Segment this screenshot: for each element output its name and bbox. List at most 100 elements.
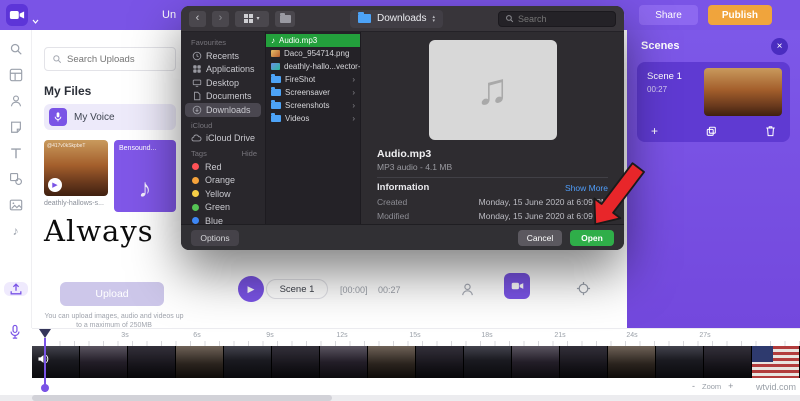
scene-card[interactable]: Scene 1 00:27 + xyxy=(637,62,790,142)
scene-thumbnail[interactable] xyxy=(704,68,782,116)
tags-heading: Tags Hide xyxy=(181,145,265,160)
delete-scene-icon[interactable] xyxy=(765,125,776,137)
sidebar-item-recents[interactable]: Recents xyxy=(181,49,265,63)
duplicate-scene-icon[interactable] xyxy=(706,126,717,137)
my-voice-item[interactable]: My Voice xyxy=(44,104,176,130)
search-icon[interactable] xyxy=(8,42,24,56)
zoom-out-button[interactable]: - xyxy=(692,381,695,391)
tag-item-green[interactable]: Green xyxy=(181,201,265,215)
scene-actions: + xyxy=(637,125,790,137)
zoom-control: - Zoom + xyxy=(692,381,733,391)
filmstrip-frame[interactable] xyxy=(176,346,224,378)
timeline-scrollbar[interactable] xyxy=(0,395,800,401)
file-row[interactable]: Daco_954714.png xyxy=(266,47,360,60)
tag-item-blue[interactable]: Blue xyxy=(181,214,265,224)
uploads-tab-active[interactable] xyxy=(4,282,28,296)
back-button[interactable]: ‹ xyxy=(189,11,206,27)
folder-row[interactable]: Videos › xyxy=(266,112,360,125)
location-dropdown[interactable]: Downloads ▴▾ xyxy=(350,10,443,28)
chevron-down-icon[interactable] xyxy=(32,12,39,19)
playhead-marker[interactable] xyxy=(39,329,51,338)
focus-target-icon[interactable] xyxy=(576,281,592,297)
view-mode-button[interactable]: ▾ xyxy=(235,11,269,27)
my-voice-label: My Voice xyxy=(74,112,115,123)
sidebar-item-applications[interactable]: Applications xyxy=(181,63,265,77)
media-icon[interactable] xyxy=(8,198,24,212)
dialog-toolbar: ‹ › ▾ Downloads ▴▾ xyxy=(181,6,624,32)
audio-thumbnail-label: Bensound... xyxy=(119,145,156,152)
presenter-icon[interactable] xyxy=(460,282,476,298)
thumbnail-caption: deathly-hallows-s... xyxy=(44,200,104,207)
video-clip-button[interactable] xyxy=(504,273,530,299)
tag-item-orange[interactable]: Orange xyxy=(181,174,265,188)
uploads-search[interactable] xyxy=(44,47,176,71)
upload-button[interactable]: Upload xyxy=(60,282,164,306)
file-row-selected[interactable]: ♪ Audio.mp3 xyxy=(266,34,360,47)
scene-name: Scene 1 xyxy=(647,71,682,82)
filmstrip-frame[interactable] xyxy=(128,346,176,378)
filmstrip-frame[interactable] xyxy=(560,346,608,378)
publish-button[interactable]: Publish xyxy=(708,5,772,25)
filmstrip-frame[interactable] xyxy=(80,346,128,378)
playhead-dot[interactable] xyxy=(41,384,49,392)
avatar-icon[interactable] xyxy=(8,94,24,108)
grid-view-icon xyxy=(244,14,253,23)
filmstrip-frame[interactable] xyxy=(272,346,320,378)
filmstrip-frame[interactable] xyxy=(752,346,800,378)
sidebar-item-documents[interactable]: Documents xyxy=(181,90,265,104)
video-track[interactable] xyxy=(32,346,800,378)
folder-row[interactable]: FireShot › xyxy=(266,73,360,86)
topbar-actions: Share Publish xyxy=(611,5,772,25)
favourites-heading: Favourites xyxy=(181,34,265,49)
folder-row[interactable]: Screenshots › xyxy=(266,99,360,112)
uploaded-image-thumbnail[interactable]: @417v0kSkpbeT ▶ xyxy=(44,140,108,196)
filmstrip-frame[interactable] xyxy=(320,346,368,378)
play-button[interactable]: ▶ xyxy=(238,276,264,302)
timeline-controls: ▶ Scene 1 [00:00] 00:27 xyxy=(228,252,627,328)
tag-item-red[interactable]: Red xyxy=(181,160,265,174)
templates-icon[interactable] xyxy=(8,68,24,82)
uploaded-logo-image[interactable]: Always xyxy=(44,214,154,248)
filmstrip-frame[interactable] xyxy=(704,346,752,378)
forward-button[interactable]: › xyxy=(212,11,229,27)
filmstrip-frame[interactable] xyxy=(224,346,272,378)
music-icon[interactable]: ♪ xyxy=(8,224,24,238)
filmstrip-frame[interactable] xyxy=(656,346,704,378)
tags-hide-link[interactable]: Hide xyxy=(242,149,257,158)
microphone-icon[interactable] xyxy=(8,324,24,342)
sidebar-item-desktop[interactable]: Desktop xyxy=(181,76,265,90)
filmstrip-frame[interactable] xyxy=(368,346,416,378)
downloads-icon xyxy=(191,104,202,115)
uploaded-audio-thumbnail[interactable]: Bensound... ♪ xyxy=(114,140,176,212)
tag-dot-yellow xyxy=(192,190,199,197)
dialog-search-input[interactable] xyxy=(518,14,608,24)
search-icon xyxy=(505,14,514,23)
sidebar-item-downloads[interactable]: Downloads xyxy=(185,103,261,117)
stickers-icon[interactable] xyxy=(8,120,24,134)
share-button[interactable]: Share xyxy=(639,5,698,25)
add-scene-icon[interactable]: + xyxy=(651,125,658,137)
file-row[interactable]: deathly-hallo...vector-22.jpg xyxy=(266,60,360,73)
filmstrip-frame[interactable] xyxy=(464,346,512,378)
scrollbar-thumb[interactable] xyxy=(32,395,332,401)
cancel-button[interactable]: Cancel xyxy=(518,230,562,246)
group-button[interactable] xyxy=(275,11,295,27)
sidebar-item-icloud-drive[interactable]: iCloud Drive xyxy=(181,132,265,146)
zoom-in-button[interactable]: + xyxy=(728,381,733,391)
music-note-icon: ♪ xyxy=(114,173,176,204)
uploads-search-input[interactable] xyxy=(67,54,167,65)
tag-item-yellow[interactable]: Yellow xyxy=(181,187,265,201)
shapes-icon[interactable] xyxy=(8,172,24,186)
filmstrip-frame[interactable] xyxy=(512,346,560,378)
filmstrip-frame[interactable] xyxy=(416,346,464,378)
options-button[interactable]: Options xyxy=(191,230,239,246)
scene-pill[interactable]: Scene 1 xyxy=(266,279,328,299)
play-icon[interactable]: ▶ xyxy=(48,178,62,192)
filmstrip-frame[interactable] xyxy=(608,346,656,378)
dialog-search[interactable] xyxy=(498,11,616,27)
folder-row[interactable]: Screensaver › xyxy=(266,86,360,99)
close-icon[interactable]: × xyxy=(771,38,788,55)
app-logo[interactable] xyxy=(6,4,28,26)
text-icon[interactable] xyxy=(8,146,24,160)
current-time: [00:00] xyxy=(340,285,368,295)
